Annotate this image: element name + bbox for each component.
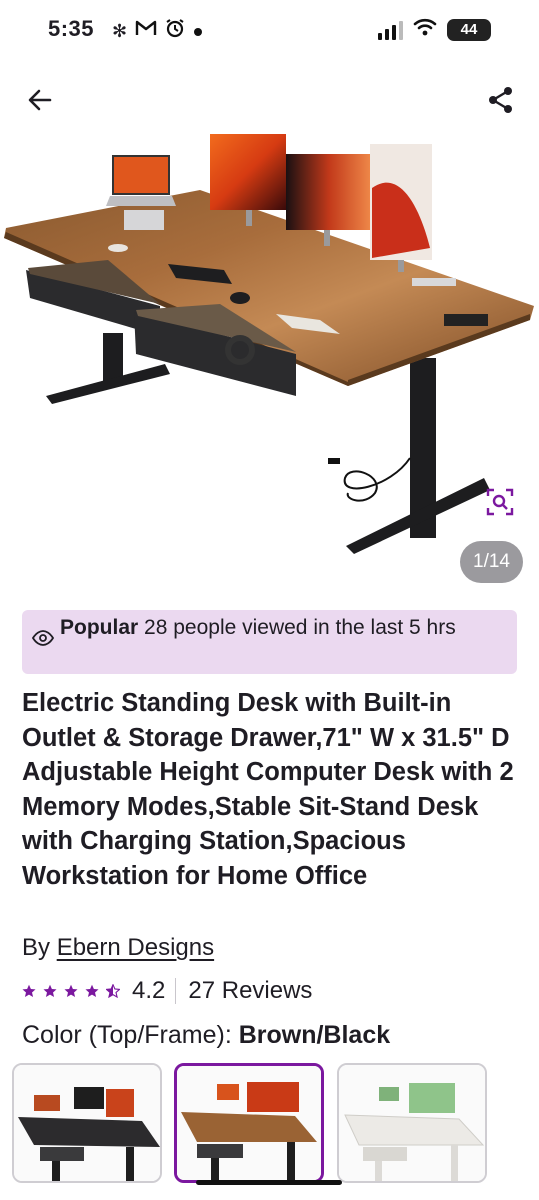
brand-line: By Ebern Designs — [22, 932, 214, 964]
rating-row[interactable]: 4.2 27 Reviews — [22, 975, 312, 1007]
color-swatch-white-white[interactable] — [337, 1063, 487, 1183]
reviews-link[interactable]: 27 Reviews — [188, 977, 312, 1005]
cellular-signal-icon — [378, 20, 403, 40]
zoom-button[interactable] — [484, 486, 516, 518]
star-full-icon — [43, 984, 57, 998]
color-swatch-brown-black[interactable] — [174, 1063, 324, 1183]
status-time: 5:35 — [48, 16, 95, 41]
rating-value: 4.2 — [132, 977, 166, 1004]
status-bar: 5:35 ✻ 44 — [0, 0, 539, 64]
eye-icon — [32, 630, 54, 646]
battery-indicator: 44 — [447, 18, 491, 41]
star-full-icon — [22, 984, 36, 998]
brand-prefix: By — [22, 934, 51, 961]
star-half-icon — [106, 984, 120, 998]
popular-banner: Popular 28 people viewed in the last 5 h… — [22, 610, 517, 674]
popular-label: Popular — [60, 616, 139, 639]
popular-text: 28 people viewed in the last 5 hrs — [144, 616, 456, 639]
back-button[interactable] — [22, 82, 58, 118]
color-option-label: Color (Top/Frame): — [22, 1021, 232, 1049]
star-full-icon — [64, 984, 78, 998]
product-image[interactable] — [0, 128, 539, 588]
zoom-search-icon — [486, 488, 514, 516]
rating-divider — [175, 978, 177, 1004]
image-counter: 1/14 — [460, 541, 523, 583]
share-icon — [489, 87, 512, 113]
dot-icon — [193, 19, 203, 43]
color-swatch-black-black[interactable] — [12, 1063, 162, 1183]
product-title: Electric Standing Desk with Built-in Out… — [22, 689, 514, 890]
color-option-selected: Brown/Black — [238, 1021, 391, 1049]
color-option-line: Color (Top/Frame): Brown/Black — [22, 1018, 390, 1052]
gmail-icon — [135, 19, 157, 43]
home-indicator — [196, 1180, 342, 1185]
status-notification-icons: ✻ — [112, 18, 203, 44]
brand-link[interactable]: Ebern Designs — [57, 934, 214, 961]
share-button[interactable] — [483, 82, 519, 118]
star-full-icon — [85, 984, 99, 998]
fan-icon: ✻ — [112, 21, 128, 41]
status-right: 44 — [378, 18, 491, 41]
wifi-icon — [413, 18, 437, 41]
alarm-icon — [165, 18, 185, 44]
arrow-left-icon — [28, 89, 52, 111]
rating-stars — [22, 984, 120, 998]
